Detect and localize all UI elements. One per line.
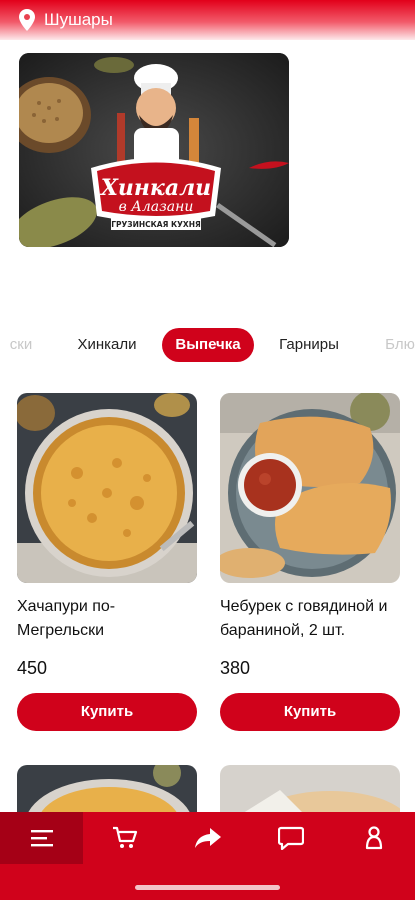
svg-text:в Алазани: в Алазани xyxy=(119,199,194,215)
nav-cart[interactable] xyxy=(83,812,166,864)
location-bar[interactable]: Шушары xyxy=(0,0,415,40)
system-navigation-bar xyxy=(0,864,415,900)
profile-icon xyxy=(365,826,382,850)
promo-banner[interactable]: Хинкали в Алазани ГРУЗИНСКАЯ КУХНЯ xyxy=(19,53,289,247)
tab-khinkali[interactable]: Хинкали xyxy=(70,328,144,362)
product-card[interactable]: Хачапури по-Мегрельски 450 Купить xyxy=(17,393,197,731)
chat-icon xyxy=(277,826,304,850)
city-label: Шушары xyxy=(44,10,113,29)
bottom-navigation xyxy=(0,812,415,864)
product-price: 450 xyxy=(17,658,48,678)
product-photo-khachapuri[interactable] xyxy=(17,393,197,583)
share-icon xyxy=(194,828,221,848)
tab-sauces[interactable]: ски xyxy=(4,328,38,362)
product-photo-chebureki[interactable] xyxy=(220,393,400,583)
category-tabs[interactable]: ски Хинкали Выпечка Гарниры Блю xyxy=(0,328,415,362)
location-pin-icon xyxy=(19,9,35,31)
nav-menu[interactable] xyxy=(0,812,83,864)
buy-button[interactable]: Купить xyxy=(220,693,400,731)
tab-pastry[interactable]: Выпечка xyxy=(162,328,254,362)
product-card[interactable]: Чебурек с говядиной и бараниной, 2 шт. 3… xyxy=(220,393,400,731)
cart-icon xyxy=(112,826,137,848)
product-price: 380 xyxy=(220,658,251,678)
brand-logo-image: Хинкали в Алазани ГРУЗИНСКАЯ КУХНЯ xyxy=(19,53,289,247)
product-name: Чебурек с говядиной и бараниной, 2 шт. xyxy=(220,598,388,639)
nav-chat[interactable] xyxy=(249,812,332,864)
buy-button[interactable]: Купить xyxy=(17,693,197,731)
home-indicator[interactable] xyxy=(135,885,280,890)
menu-icon xyxy=(30,830,53,847)
nav-profile[interactable] xyxy=(332,812,415,864)
tab-dishes[interactable]: Блю xyxy=(380,328,415,362)
svg-text:Хинкали: Хинкали xyxy=(99,175,211,201)
svg-text:ГРУЗИНСКАЯ КУХНЯ: ГРУЗИНСКАЯ КУХНЯ xyxy=(111,220,201,229)
product-name: Хачапури по-Мегрельски xyxy=(17,598,116,639)
nav-share[interactable] xyxy=(166,812,249,864)
tab-sides[interactable]: Гарниры xyxy=(272,328,346,362)
